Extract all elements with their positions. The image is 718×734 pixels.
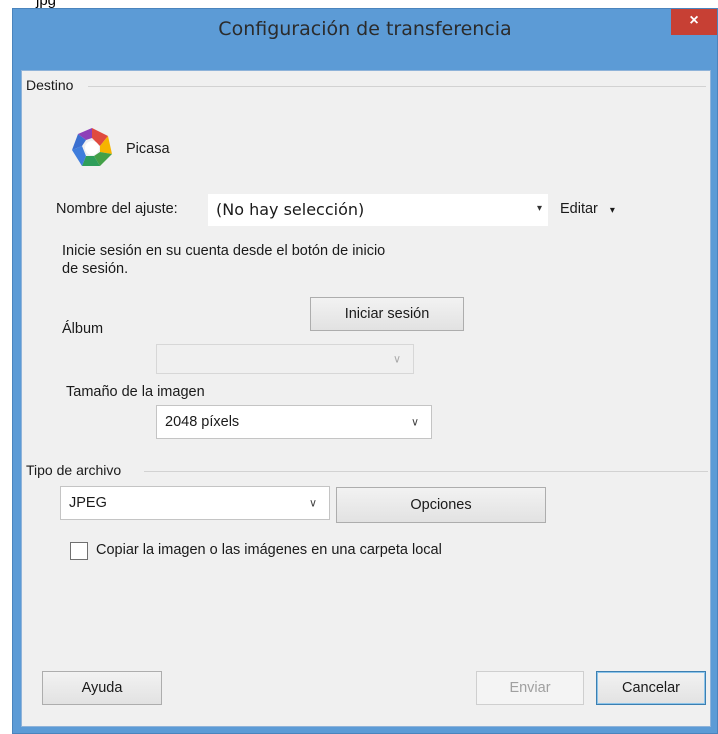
sign-in-button[interactable]: Iniciar sesión [310,297,464,331]
file-format-value: JPEG [69,495,107,511]
setting-name-value: (No hay selección) [216,200,365,219]
edit-menu-button[interactable]: Editar ▾ [560,201,615,217]
setting-name-dropdown[interactable]: (No hay selección) ▾ [208,194,548,226]
image-size-label: Tamaño de la imagen [66,384,205,400]
send-button[interactable]: Enviar [476,671,584,705]
album-label: Álbum [62,321,104,337]
file-format-dropdown[interactable]: JPEG ∨ [60,486,330,520]
window-title: Configuración de transferencia [218,18,512,40]
cancel-button[interactable]: Cancelar [596,671,706,705]
copy-local-checkbox[interactable] [70,542,88,560]
image-size-value: 2048 píxels [165,414,240,430]
image-size-dropdown[interactable]: 2048 píxels ∨ [156,405,432,439]
destination-group-label: Destino [26,77,74,93]
chevron-down-icon: ∨ [392,353,401,366]
dialog-window: Configuración de transferencia × Destino… [12,8,718,734]
chevron-down-icon: ▾ [609,205,615,216]
close-button[interactable]: × [671,9,717,35]
chevron-down-icon: ∨ [410,416,419,429]
dialog-client-area: Destino Picasa Nombre del ajuste: (No ha… [21,70,711,727]
close-icon: × [689,12,699,29]
edit-label: Editar [560,201,598,217]
chevron-down-icon: ▾ [536,203,542,214]
help-button[interactable]: Ayuda [42,671,162,705]
options-button[interactable]: Opciones [336,487,546,523]
setting-name-label: Nombre del ajuste: [56,201,178,217]
sign-in-message-line2: de sesión. [62,261,129,277]
picasa-icon [72,128,112,166]
file-type-group-divider [144,471,708,472]
album-dropdown[interactable]: ∨ [156,344,414,374]
service-name: Picasa [126,141,170,157]
chevron-down-icon: ∨ [308,497,317,510]
destination-group-divider [88,86,706,87]
file-type-group-label: Tipo de archivo [26,462,122,478]
title-bar[interactable]: Configuración de transferencia × [13,9,717,51]
copy-local-label[interactable]: Copiar la imagen o las imágenes en una c… [96,542,442,558]
sign-in-message-line1: Inicie sesión en su cuenta desde el botó… [62,243,386,259]
